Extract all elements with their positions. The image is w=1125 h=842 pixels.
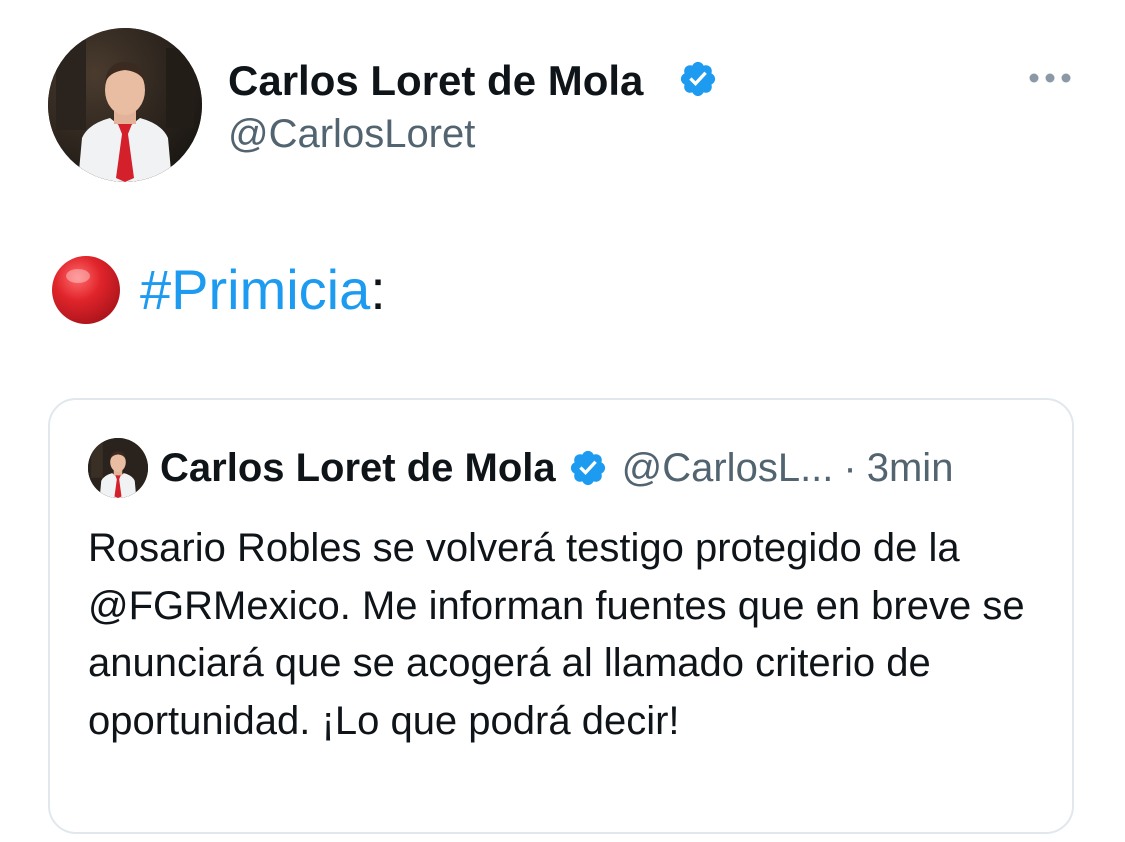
quoted-tweet[interactable]: Carlos Loret de Mola @CarlosL... · 3min … — [48, 398, 1074, 834]
tweet-text-suffix: : — [370, 258, 386, 321]
quoted-tweet-header: Carlos Loret de Mola @CarlosL... · 3min — [160, 444, 953, 492]
hashtag-link[interactable]: #Primicia — [140, 258, 370, 322]
author-avatar[interactable] — [48, 28, 202, 182]
quoted-text-before: Rosario Robles se volverá testigo proteg… — [88, 526, 960, 570]
more-options-button[interactable] — [1026, 66, 1074, 90]
more-options-icon — [1029, 73, 1071, 83]
red-circle-icon — [52, 256, 120, 324]
separator-dot: · — [843, 446, 857, 490]
quoted-author-name: Carlos Loret de Mola — [160, 446, 556, 490]
author-handle[interactable]: @CarlosLoret — [228, 110, 475, 158]
quoted-tweet-text: Rosario Robles se volverá testigo proteg… — [88, 520, 1038, 750]
verified-badge-icon — [678, 59, 718, 99]
quoted-author-avatar — [88, 438, 148, 498]
verified-badge-icon — [570, 450, 605, 486]
tweet-text: #Primicia: — [50, 256, 386, 324]
quoted-author-handle: @CarlosL... — [621, 446, 834, 490]
quoted-tweet-time[interactable]: 3min — [867, 444, 954, 492]
mention-link[interactable]: @FGRMexico — [88, 584, 340, 628]
tweet: Carlos Loret de Mola @CarlosLoret #Primi… — [0, 0, 1125, 842]
author-name[interactable]: Carlos Loret de Mola — [228, 56, 643, 106]
